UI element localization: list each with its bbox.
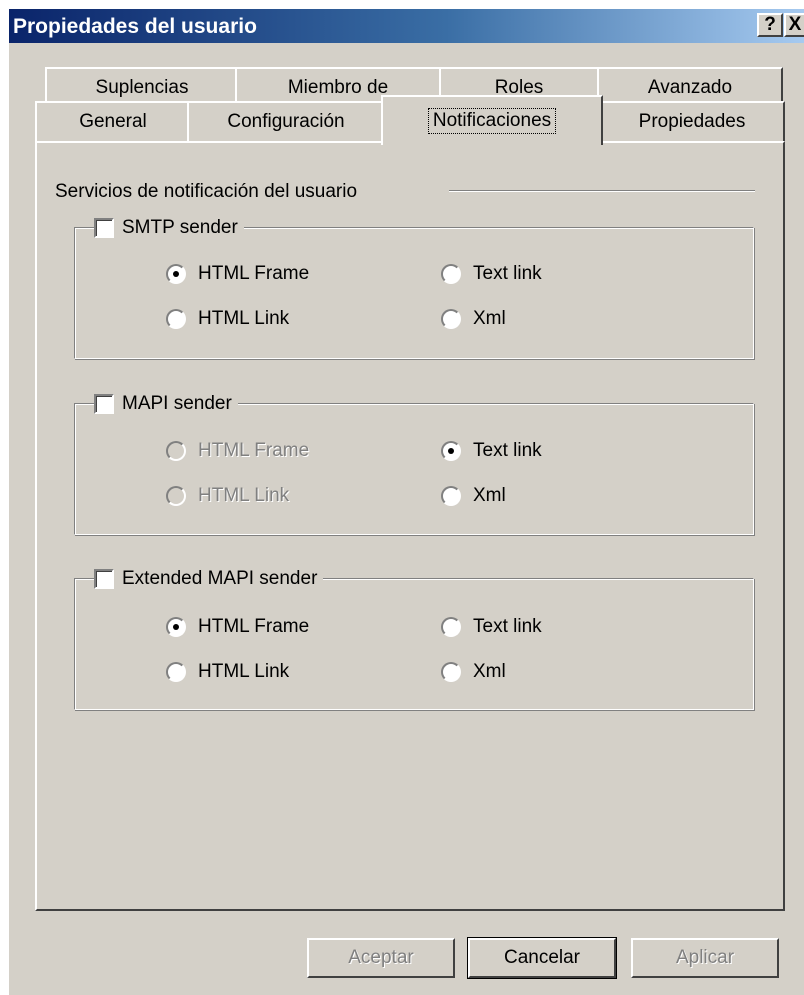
radio-label: Text link [473, 616, 542, 637]
radio-button[interactable] [166, 264, 186, 284]
mapi-xml-option[interactable]: Xml [441, 485, 506, 507]
radio-label: HTML Link [198, 661, 290, 682]
tab-propiedades[interactable]: Propiedades [599, 101, 785, 141]
close-button[interactable]: X [784, 13, 804, 37]
radio-label: HTML Link [198, 485, 290, 506]
tab-general[interactable]: General [35, 101, 191, 141]
radio-button[interactable] [441, 264, 461, 284]
mapi-html-link-option: HTML Link [166, 485, 289, 507]
smtp-sender-checkbox[interactable] [94, 218, 114, 238]
mapi-sender-checkbox[interactable] [94, 394, 114, 414]
smtp-text-link-option[interactable]: Text link [441, 263, 542, 285]
radio-label: HTML Frame [198, 263, 310, 284]
radio-label: Text link [473, 263, 542, 284]
extended-text-link-option[interactable]: Text link [441, 616, 542, 638]
smtp-sender-checkbox-row[interactable]: SMTP sender [94, 214, 244, 242]
accept-button[interactable]: Aceptar [307, 938, 455, 978]
radio-button[interactable] [166, 309, 186, 329]
radio-button[interactable] [441, 617, 461, 637]
mapi-html-frame-option: HTML Frame [166, 440, 309, 462]
extended-mapi-sender-checkbox-row[interactable]: Extended MAPI sender [94, 565, 324, 593]
radio-button[interactable] [441, 309, 461, 329]
extended-mapi-sender-checkbox[interactable] [94, 569, 114, 589]
smtp-sender-group [74, 227, 754, 359]
radio-button[interactable] [166, 662, 186, 682]
smtp-xml-option[interactable]: Xml [441, 308, 506, 330]
tab-notificaciones-label: Notificaciones [427, 108, 557, 134]
apply-button[interactable]: Aplicar [631, 938, 779, 978]
radio-label: HTML Link [198, 308, 290, 329]
radio-button[interactable] [441, 662, 461, 682]
smtp-html-frame-option[interactable]: HTML Frame [166, 263, 309, 285]
radio-button [166, 486, 186, 506]
radio-label: HTML Frame [198, 440, 310, 461]
extended-xml-option[interactable]: Xml [441, 661, 506, 683]
extended-mapi-sender-label: Extended MAPI sender [122, 568, 318, 589]
radio-label: Xml [473, 485, 506, 506]
tab-configuracion[interactable]: Configuración [187, 101, 385, 141]
smtp-html-link-option[interactable]: HTML Link [166, 308, 289, 330]
radio-label: Text link [473, 440, 542, 461]
section-title: Servicios de notificación del usuario [55, 181, 362, 203]
mapi-text-link-option[interactable]: Text link [441, 440, 542, 462]
smtp-sender-label: SMTP sender [122, 217, 238, 238]
extended-html-frame-option[interactable]: HTML Frame [166, 616, 309, 638]
section-divider [449, 190, 755, 192]
radio-label: HTML Frame [198, 616, 310, 637]
radio-label: Xml [473, 308, 506, 329]
extended-mapi-sender-group [74, 578, 754, 710]
extended-html-link-option[interactable]: HTML Link [166, 661, 289, 683]
properties-dialog: Propiedades del usuario ? X Suplencias M… [9, 9, 804, 995]
mapi-sender-group [74, 403, 754, 535]
title-bar[interactable]: Propiedades del usuario ? X [9, 9, 804, 43]
cancel-button[interactable]: Cancelar [467, 937, 617, 979]
radio-label: Xml [473, 661, 506, 682]
mapi-sender-checkbox-row[interactable]: MAPI sender [94, 390, 238, 418]
mapi-sender-label: MAPI sender [122, 393, 232, 414]
help-button[interactable]: ? [757, 13, 783, 37]
radio-button [166, 441, 186, 461]
window-title: Propiedades del usuario [13, 15, 257, 38]
tab-notificaciones[interactable]: Notificaciones [381, 95, 603, 145]
radio-button[interactable] [166, 617, 186, 637]
radio-button[interactable] [441, 441, 461, 461]
radio-button[interactable] [441, 486, 461, 506]
